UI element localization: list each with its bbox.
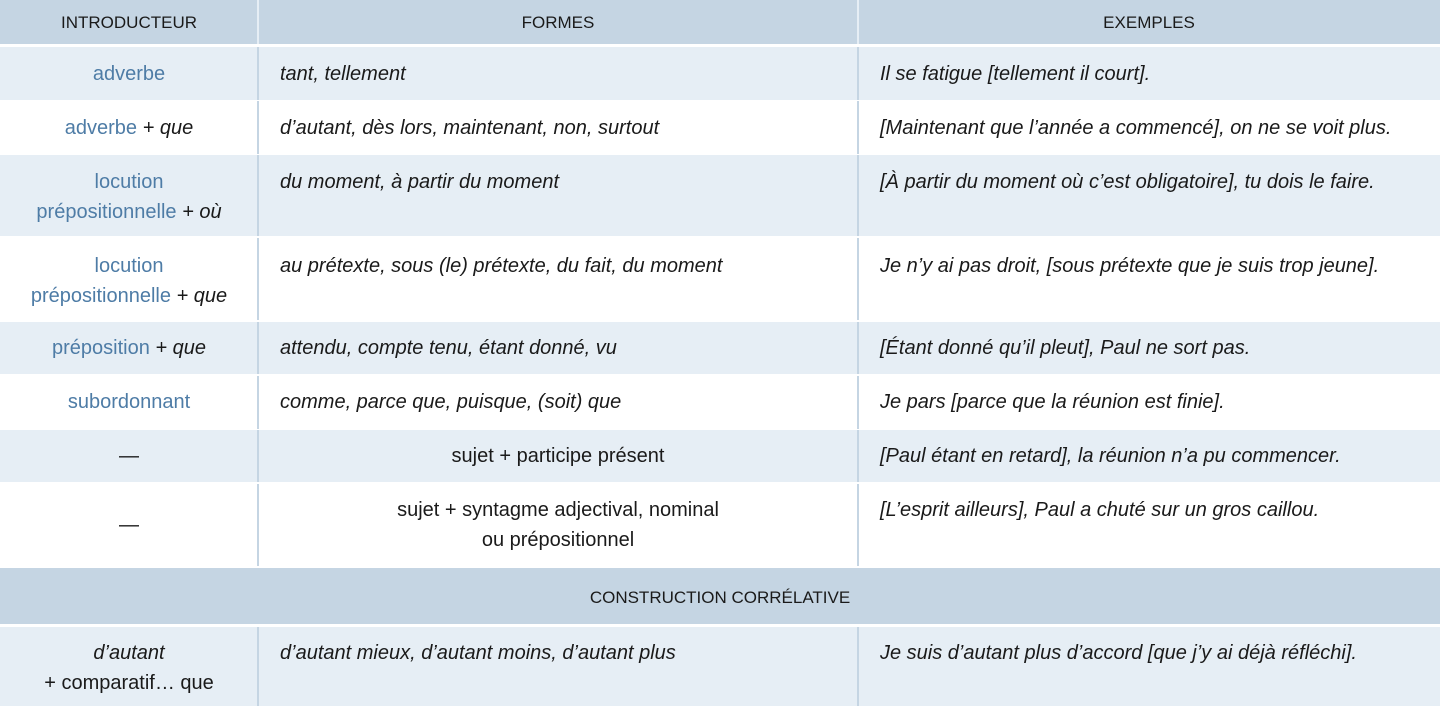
exemple-text: [À partir du moment où c’est obligatoire… <box>880 171 1375 193</box>
formes-text: au prétexte, sous (le) prétexte, du fait… <box>280 255 723 277</box>
intro-text: d’autant <box>93 642 165 664</box>
table-row: adverbe tant, tellement Il se fatigue [t… <box>0 47 1440 100</box>
exemple-text: Je n’y ai pas droit, [sous prétexte que … <box>880 255 1380 277</box>
formes-text: d’autant, dès lors, maintenant, non, sur… <box>280 117 660 139</box>
table-row: subordonnant comme, parce que, puisque, … <box>0 376 1440 429</box>
table-row: adverbe + que d’autant, dès lors, mainte… <box>0 101 1440 154</box>
formes-text: d’autant mieux, d’autant moins, d’autant… <box>280 642 676 664</box>
intro-text: — <box>119 514 139 536</box>
intro-suffix: + que <box>155 337 206 359</box>
section-title: CONSTRUCTION CORRÉLATIVE <box>589 588 851 607</box>
formes-text: comme, parce que, puisque, (soit) que <box>280 391 622 413</box>
table-row: locution prépositionnelle + que au préte… <box>0 238 1440 320</box>
intro-text: adverbe <box>64 117 138 139</box>
header-formes: FORMES <box>521 13 595 32</box>
formes-text: du moment, à partir du moment <box>280 171 560 193</box>
intro-suffix: + comparatif… que <box>44 672 214 694</box>
intro-text: locution <box>94 171 164 193</box>
table-header: INTRODUCTEUR FORMES EXEMPLES <box>0 0 1440 44</box>
exemple-text: [Maintenant que l’année a commencé], on … <box>880 117 1392 139</box>
intro-suffix: + où <box>182 201 222 223</box>
table-row: préposition + que attendu, compte tenu, … <box>0 322 1440 374</box>
intro-text-2: prépositionnelle <box>30 285 171 307</box>
exemple-text: Il se fatigue [tellement il court]. <box>880 63 1151 85</box>
grammar-table: INTRODUCTEUR FORMES EXEMPLES adverbe tan… <box>0 0 1440 706</box>
exemple-text: Je suis d’autant plus d’accord [que j’y … <box>880 642 1357 664</box>
table-row: locution prépositionnelle + où du moment… <box>0 155 1440 236</box>
formes-text-2: ou prépositionnel <box>481 529 635 551</box>
intro-text: adverbe <box>92 63 166 85</box>
intro-text: subordonnant <box>67 391 191 413</box>
table-row: d’autant + comparatif… que d’autant mieu… <box>0 627 1440 706</box>
intro-text: préposition <box>51 337 150 359</box>
formes-text: sujet + syntagme adjectival, nominal <box>397 499 719 521</box>
exemple-text: Je pars [parce que la réunion est finie]… <box>880 391 1225 413</box>
table-row: — sujet + participe présent [Paul étant … <box>0 430 1440 482</box>
header-exemples: EXEMPLES <box>1103 13 1195 32</box>
section-header: CONSTRUCTION CORRÉLATIVE <box>0 568 1440 624</box>
exemple-text: [Paul étant en retard], la réunion n’a p… <box>880 445 1341 467</box>
intro-text-2: prépositionnelle <box>36 201 177 223</box>
table-row: — sujet + syntagme adjectival, nominal o… <box>0 484 1440 566</box>
formes-text: sujet + participe présent <box>451 445 665 467</box>
intro-suffix: + que <box>176 285 228 307</box>
exemple-text: [Étant donné qu’il pleut], Paul ne sort … <box>880 337 1251 359</box>
intro-text: — <box>119 445 139 467</box>
intro-text: locution <box>94 255 164 277</box>
formes-text: attendu, compte tenu, étant donné, vu <box>280 337 617 359</box>
formes-text: tant, tellement <box>280 63 406 85</box>
exemple-text: [L’esprit ailleurs], Paul a chuté sur un… <box>880 499 1320 521</box>
intro-suffix: + que <box>142 117 194 139</box>
header-introducteur: INTRODUCTEUR <box>61 13 197 32</box>
